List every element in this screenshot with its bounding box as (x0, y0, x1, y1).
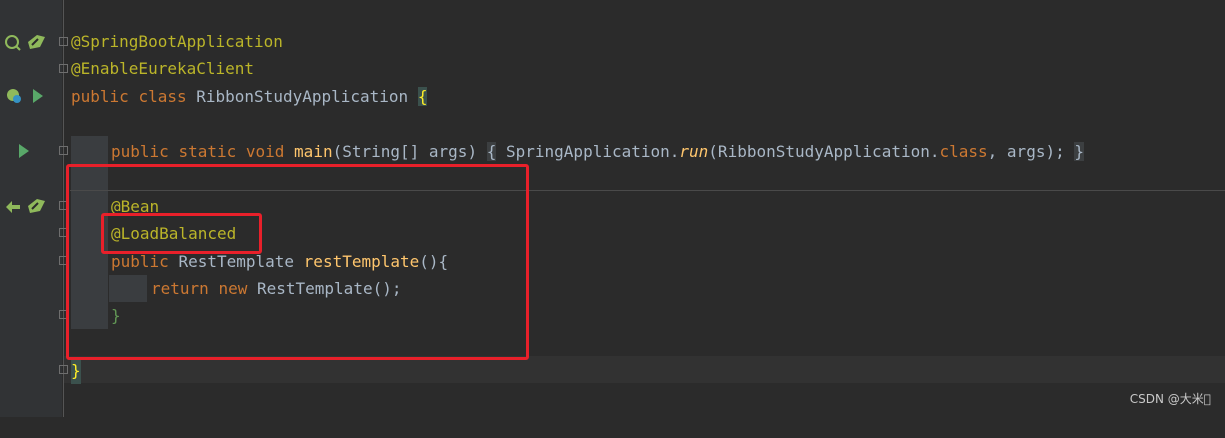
code-line-2[interactable]: @EnableEurekaClient (64, 55, 1225, 82)
run-icon[interactable] (4, 87, 44, 105)
watermark: CSDN @大米  (1129, 392, 1211, 406)
code-line-5[interactable]: public static void main(String[] args) {… (64, 138, 1225, 165)
code-line-13[interactable]: } (64, 357, 1225, 384)
highlight-box-loadbalanced (101, 213, 262, 254)
bean-navigation-icon[interactable] (4, 197, 48, 215)
code-line-3[interactable]: public class RibbonStudyApplication { (64, 83, 1225, 110)
main-method: public static void main(String[] args) {… (111, 142, 1084, 161)
class-close-brace: } (71, 357, 81, 384)
annotation-springbootapplication: @SpringBootApplication (71, 32, 283, 51)
run-main-icon[interactable] (17, 143, 31, 159)
spring-bean-icon[interactable] (4, 33, 48, 51)
highlight-box-bean-method (66, 164, 529, 360)
code-line-1[interactable]: @SpringBootApplication (64, 28, 1225, 55)
class-declaration: public class RibbonStudyApplication { (71, 87, 428, 106)
annotation-enableeurekaclient: @EnableEurekaClient (71, 59, 255, 78)
